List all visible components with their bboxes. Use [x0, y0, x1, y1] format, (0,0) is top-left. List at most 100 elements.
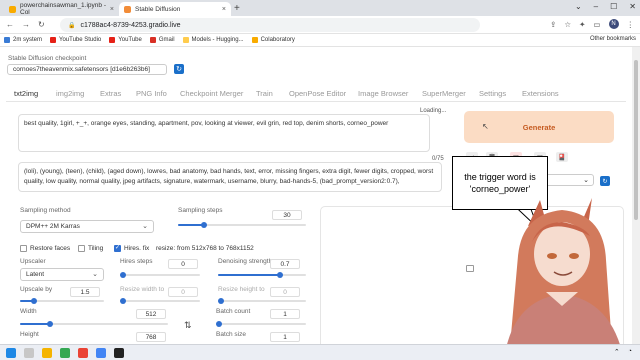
close-window-icon[interactable]: ✕	[629, 2, 636, 11]
extensions-icon[interactable]: ✦	[579, 20, 585, 29]
refresh-icon[interactable]: ↻	[174, 64, 184, 74]
sampling-steps-label: Sampling steps	[178, 207, 223, 214]
bookmark-label: YouTube Studio	[59, 37, 102, 43]
chevron-down-icon: ⌄	[92, 271, 98, 278]
resize-height-input[interactable]: 0	[270, 287, 300, 297]
upscaler-select[interactable]: Latent ⌄	[20, 268, 104, 281]
denoising-strength-label: Denoising strength	[218, 258, 273, 265]
resize-height-slider[interactable]	[218, 298, 306, 304]
bookmark-item[interactable]: YouTube	[109, 37, 142, 43]
tab-title: Stable Diffusion	[135, 5, 181, 13]
tab-image-browser[interactable]: Image Browser	[358, 89, 408, 98]
bookmark-item[interactable]: Models - Hugging...	[182, 37, 244, 43]
maximize-icon[interactable]: ☐	[610, 2, 617, 11]
chevron-down-icon[interactable]: ⌄	[575, 2, 582, 11]
tab-openpose-editor[interactable]: OpenPose Editor	[289, 89, 346, 98]
back-icon[interactable]: ←	[6, 20, 14, 29]
batch-size-input[interactable]: 1	[270, 332, 300, 342]
anime-character-image	[504, 198, 624, 360]
upscale-by-slider[interactable]	[20, 298, 104, 304]
tab-settings[interactable]: Settings	[479, 89, 506, 98]
tab-train[interactable]: Train	[256, 89, 273, 98]
denoising-strength-input[interactable]: 0.7	[270, 259, 300, 269]
close-icon[interactable]: ×	[222, 6, 226, 13]
slider-knob[interactable]	[46, 321, 53, 327]
slider-knob[interactable]	[200, 222, 207, 228]
tab-supermerger[interactable]: SuperMerger	[422, 89, 466, 98]
slider-knob[interactable]	[218, 298, 224, 304]
chrome-icon[interactable]	[60, 348, 70, 358]
system-tray: ⌃ ◔	[614, 348, 632, 356]
bookmark-item[interactable]: Gmail	[149, 37, 175, 43]
sidebar-icon[interactable]: ▭	[593, 20, 600, 29]
batch-count-input[interactable]: 1	[270, 309, 300, 319]
slider-knob[interactable]	[120, 298, 126, 304]
tab-img2img[interactable]: img2img	[56, 89, 84, 98]
denoising-strength-slider[interactable]	[218, 272, 306, 278]
hires-fix-label: Hires. fix	[124, 245, 150, 252]
upscale-by-input[interactable]: 1.5	[70, 287, 100, 297]
image-placeholder-icon	[466, 265, 474, 272]
bookmark-star-icon[interactable]: ☆	[564, 20, 571, 29]
slider-knob[interactable]	[120, 272, 126, 278]
bookmark-item[interactable]: Colaboratory	[251, 37, 295, 43]
sampling-steps-slider[interactable]	[178, 222, 306, 228]
refresh-styles-icon[interactable]: ↻	[600, 176, 610, 186]
youtube-icon	[109, 37, 116, 43]
slider-knob[interactable]	[216, 321, 222, 327]
menu-icon[interactable]: ⋮	[627, 20, 635, 29]
resize-width-label: Resize width to	[120, 286, 165, 293]
terminal-icon[interactable]	[114, 348, 124, 358]
resize-width-input[interactable]: 0	[168, 287, 198, 297]
upscale-by-label: Upscale by	[20, 286, 53, 293]
browser-tab-colab[interactable]: powerchainsawman_1.ipynb - Col ×	[4, 2, 119, 16]
chrome-icon[interactable]	[96, 348, 106, 358]
negative-prompt-input[interactable]: (loli), (young), (teen), (child), (aged …	[18, 162, 442, 192]
tab-txt2img[interactable]: txt2img	[14, 89, 38, 98]
search-icon[interactable]	[24, 348, 34, 358]
minimize-icon[interactable]: –	[594, 2, 598, 11]
new-tab-icon[interactable]: +	[234, 3, 240, 14]
negative-token-counter: 0/75	[432, 156, 444, 162]
tab-extensions[interactable]: Extensions	[522, 89, 559, 98]
batch-count-slider[interactable]	[216, 321, 306, 327]
tab-extras[interactable]: Extras	[100, 89, 121, 98]
start-icon[interactable]	[6, 348, 16, 358]
hires-steps-slider[interactable]	[120, 272, 200, 278]
share-icon[interactable]: ⇪	[550, 20, 556, 29]
hires-steps-input[interactable]: 0	[168, 259, 198, 269]
resize-width-slider[interactable]	[120, 298, 200, 304]
toolbar-icons: ⇪ ☆ ✦ ▭ N ⋮	[550, 19, 634, 29]
resize-info: resize: from 512x768 to 768x1152	[156, 245, 254, 252]
bookmark-item[interactable]: 2m system	[4, 37, 42, 43]
app-icon[interactable]	[78, 348, 88, 358]
restore-faces-checkbox[interactable]	[20, 245, 27, 252]
url-field[interactable]: 🔒 c1788ac4-8739-4253.gradio.live	[60, 18, 480, 32]
file-explorer-icon[interactable]	[42, 348, 52, 358]
tab-png-info[interactable]: PNG Info	[136, 89, 167, 98]
sampling-method-select[interactable]: DPM++ 2M Karras ⌄	[20, 220, 154, 233]
slider-knob[interactable]	[276, 272, 283, 278]
width-input[interactable]: 512	[136, 309, 166, 319]
height-input[interactable]: 768	[136, 332, 166, 342]
tab-checkpoint-merger[interactable]: Checkpoint Merger	[180, 89, 243, 98]
checkpoint-select[interactable]: cornoes7theavenmix.safetensors [d1e6b263…	[7, 64, 167, 75]
swap-dimensions-icon[interactable]: ⇅	[184, 320, 192, 331]
close-icon[interactable]: ×	[110, 6, 114, 13]
other-bookmarks[interactable]: Other bookmarks	[590, 36, 636, 42]
reload-icon[interactable]: ↻	[38, 20, 45, 29]
hires-fix-checkbox[interactable]	[114, 244, 121, 252]
sampling-steps-input[interactable]: 30	[272, 210, 302, 220]
wifi-icon[interactable]: ◔	[628, 348, 632, 356]
tiling-checkbox[interactable]	[78, 245, 85, 252]
extra-networks-icon[interactable]: 🎴	[556, 152, 568, 162]
chevron-up-icon[interactable]: ⌃	[614, 348, 620, 356]
bookmark-item[interactable]: YouTube Studio	[50, 37, 101, 43]
avatar[interactable]: N	[608, 19, 619, 29]
width-slider[interactable]	[20, 321, 168, 327]
browser-tab-stable-diffusion[interactable]: Stable Diffusion ×	[119, 2, 231, 16]
tiling-label: Tiling	[88, 245, 104, 252]
prompt-input[interactable]: best quality, 1girl, +_+, orange eyes, s…	[18, 114, 430, 152]
scrollbar-thumb[interactable]	[634, 60, 638, 220]
forward-icon[interactable]: →	[22, 20, 30, 29]
